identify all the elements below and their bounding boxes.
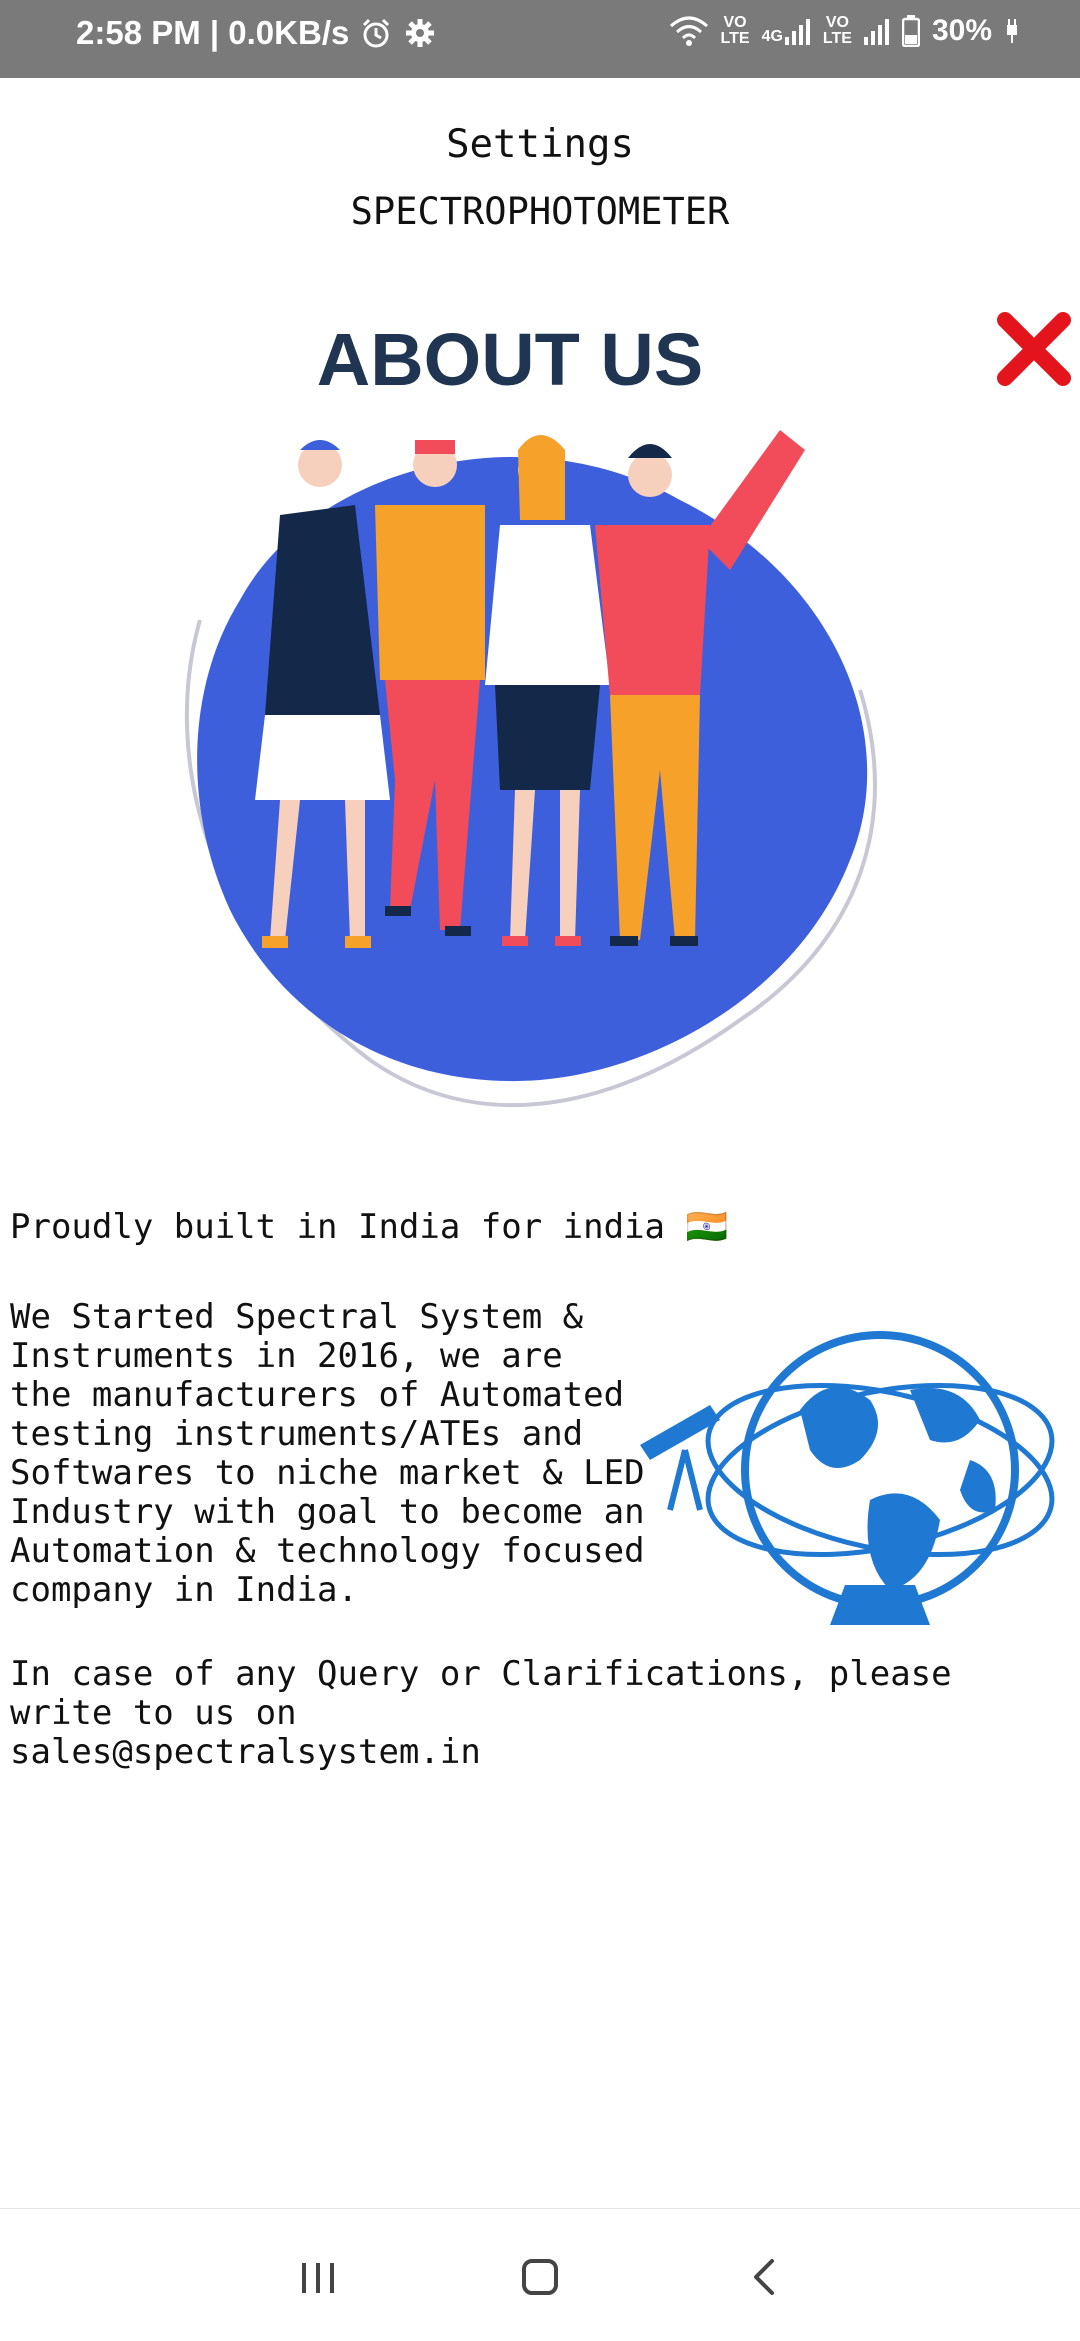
charging-icon: [1007, 19, 1017, 43]
globe-icon: [640, 1331, 1055, 1625]
query-text: In case of any Query or Clarifications, …: [10, 1655, 1070, 1772]
volte-icon-2: VO LTE: [822, 14, 852, 47]
battery-percent: 30%: [931, 14, 992, 47]
status-bar: 2:58 PM | 0.0KB/s VO LTE 4G VO LTE 30%: [0, 0, 1080, 78]
volte-icon: VO LTE: [720, 14, 750, 47]
page-subtitle: SPECTROPHOTOMETER: [350, 190, 730, 233]
wifi-icon: [669, 16, 708, 46]
about-us-heading: ABOUT US: [317, 318, 703, 401]
navigation-bar: [0, 2208, 1080, 2341]
about-paragraph: We Started Spectral System & Instruments…: [10, 1297, 645, 1610]
recents-icon[interactable]: [288, 2247, 348, 2307]
status-right: VO LTE 4G VO LTE 30%: [669, 14, 1020, 48]
signal-icon: [863, 19, 889, 45]
battery-icon: [901, 15, 920, 47]
close-icon[interactable]: [995, 310, 1073, 388]
query-line: In case of any Query or Clarifications, …: [10, 1654, 952, 1733]
signal-4g-icon: 4G: [762, 17, 811, 45]
page-title: Settings: [446, 122, 634, 167]
about-us-illustration: ABOUT US: [184, 318, 877, 1108]
gear-icon: [406, 19, 435, 47]
home-icon[interactable]: [510, 2247, 570, 2307]
email-link[interactable]: sales@spectralsystem.in: [10, 1733, 1070, 1772]
alarm-icon: [363, 18, 390, 48]
status-time-speed: 2:58 PM | 0.0KB/s: [76, 14, 350, 51]
proud-line: Proudly built in India for india 🇮🇳: [10, 1207, 728, 1247]
back-icon[interactable]: [736, 2247, 796, 2307]
status-left: 2:58 PM | 0.0KB/s: [76, 14, 437, 52]
